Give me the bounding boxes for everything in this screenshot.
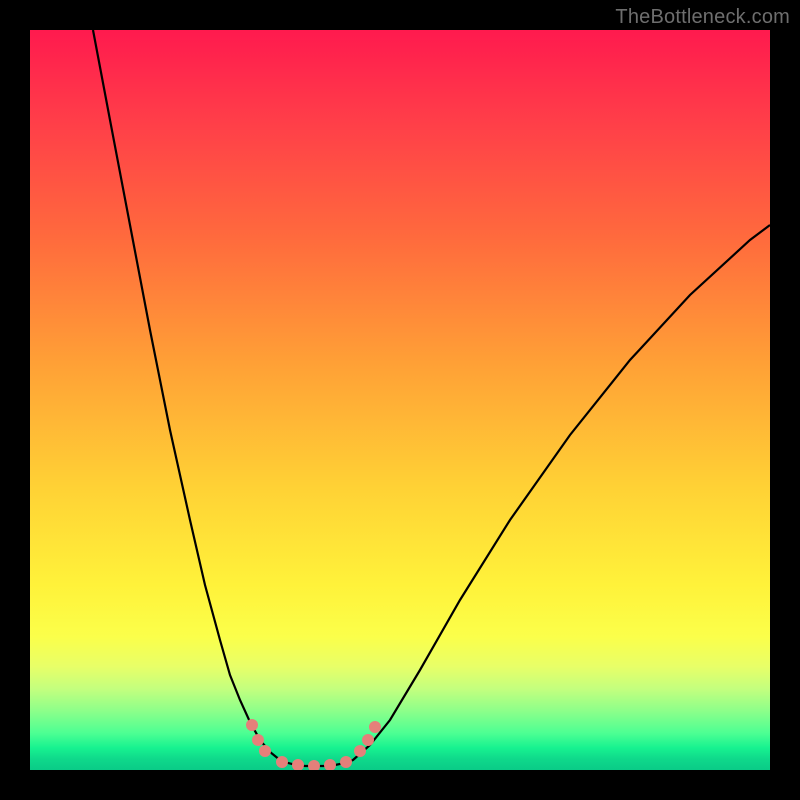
valley-marker [340,756,352,768]
valley-marker [324,759,336,770]
valley-markers [246,719,381,770]
chart-svg [30,30,770,770]
valley-marker [276,756,288,768]
watermark-text: TheBottleneck.com [615,6,790,29]
valley-marker [252,734,264,746]
valley-marker [308,760,320,770]
valley-marker [259,745,271,757]
chart-frame [30,30,770,770]
valley-marker [292,759,304,770]
valley-marker [362,734,374,746]
valley-marker [354,745,366,757]
valley-marker [246,719,258,731]
bottleneck-curve [93,30,770,766]
valley-marker [369,721,381,733]
